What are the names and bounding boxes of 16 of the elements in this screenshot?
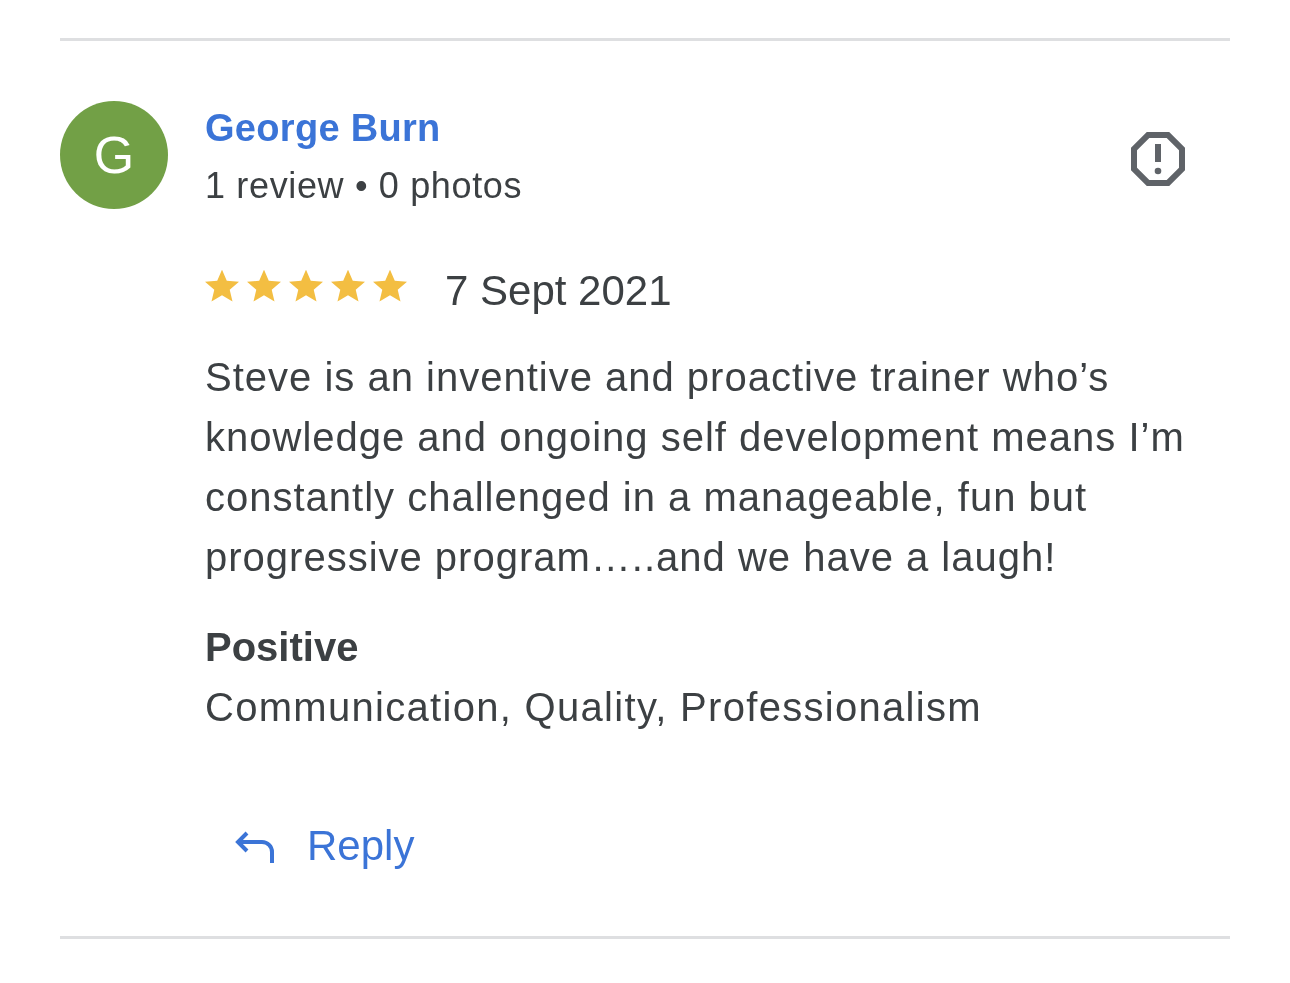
- report-button[interactable]: [1131, 132, 1185, 186]
- star-icon: [247, 270, 281, 302]
- reviewer-stats: 1 review • 0 photos: [205, 164, 523, 208]
- reviewer-name-link[interactable]: George Burn: [205, 103, 441, 153]
- star-icon: [289, 270, 323, 302]
- reply-arrow-icon: [234, 829, 276, 863]
- warning-octagon-icon: [1131, 132, 1185, 186]
- highlight-label: Positive: [205, 624, 360, 671]
- avatar-circle: G: [60, 101, 168, 209]
- star-icon: [331, 270, 365, 302]
- star-icon: [373, 270, 407, 302]
- highlight-items: Communication, Quality, Professionalism: [205, 684, 983, 731]
- review-date: 7 Sept 2021: [445, 266, 672, 316]
- review-text: Steve is an inventive and proactive trainer who’s knowledge and ongoing self development means I’m constantly challenged in a manageable, fun but progressive program…..and we have a laugh!: [205, 354, 1186, 581]
- star-icon: [205, 270, 239, 302]
- reply-button[interactable]: Reply: [214, 811, 435, 881]
